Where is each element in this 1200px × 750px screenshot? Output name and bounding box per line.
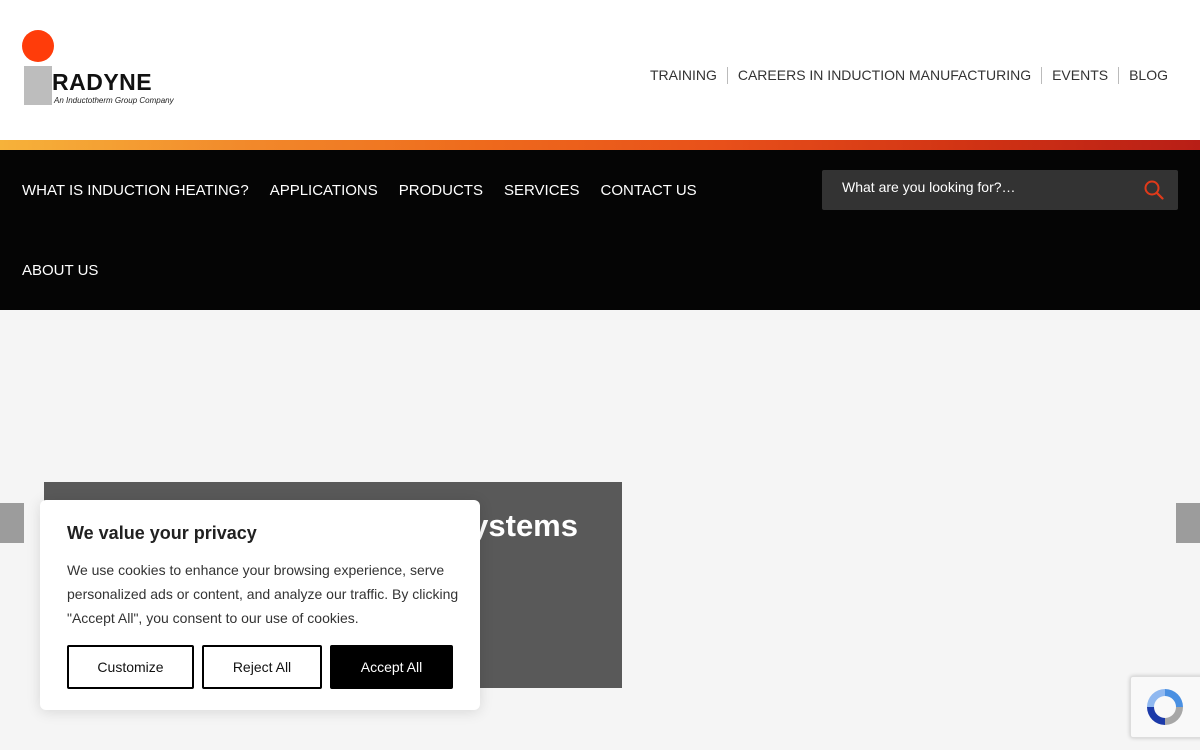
- logo-tagline: An Inductotherm Group Company: [54, 96, 174, 105]
- hero-title: ystems: [471, 508, 578, 543]
- nav-item-products[interactable]: PRODUCTS: [399, 182, 483, 199]
- utility-nav: TRAINING CAREERS IN INDUCTION MANUFACTUR…: [640, 67, 1168, 84]
- search-icon[interactable]: [1144, 180, 1164, 200]
- search-box: [822, 170, 1178, 210]
- utility-link-careers[interactable]: CAREERS IN INDUCTION MANUFACTURING: [726, 67, 1041, 84]
- cookie-consent-banner: We value your privacy We use cookies to …: [40, 500, 480, 710]
- logo-dot: [22, 30, 54, 62]
- cookie-body: We use cookies to enhance your browsing …: [67, 562, 459, 626]
- recaptcha-badge[interactable]: [1130, 676, 1200, 738]
- reject-all-button[interactable]: Reject All: [202, 645, 322, 689]
- slider-next-button[interactable]: [1176, 503, 1200, 543]
- utility-link-events[interactable]: EVENTS: [1041, 67, 1118, 84]
- nav-item-contact-us[interactable]: CONTACT US: [601, 182, 697, 199]
- utility-link-blog[interactable]: BLOG: [1118, 67, 1168, 84]
- nav-item-services[interactable]: SERVICES: [504, 182, 580, 199]
- recaptcha-icon: [1147, 689, 1183, 725]
- flame-banner-strip: [0, 140, 1200, 150]
- radyne-logo[interactable]: RADYNE An Inductotherm Group Company: [22, 30, 174, 110]
- nav-item-applications[interactable]: APPLICATIONS: [270, 182, 378, 199]
- search-input[interactable]: [822, 170, 1132, 210]
- slider-prev-button[interactable]: [0, 503, 24, 543]
- utility-link-training[interactable]: TRAINING: [640, 67, 727, 84]
- logo-wordmark: RADYNE: [52, 69, 153, 95]
- logo-bar: [24, 66, 52, 105]
- nav-item-about-us[interactable]: ABOUT US: [22, 262, 98, 279]
- customize-button[interactable]: Customize: [67, 645, 194, 689]
- cookie-title: We value your privacy: [67, 523, 257, 543]
- accept-all-button[interactable]: Accept All: [330, 645, 453, 689]
- main-nav: WHAT IS INDUCTION HEATING? APPLICATIONS …: [0, 150, 1200, 310]
- site-header: RADYNE An Inductotherm Group Company TRA…: [0, 0, 1200, 140]
- nav-item-what-is-induction-heating[interactable]: WHAT IS INDUCTION HEATING?: [22, 182, 249, 199]
